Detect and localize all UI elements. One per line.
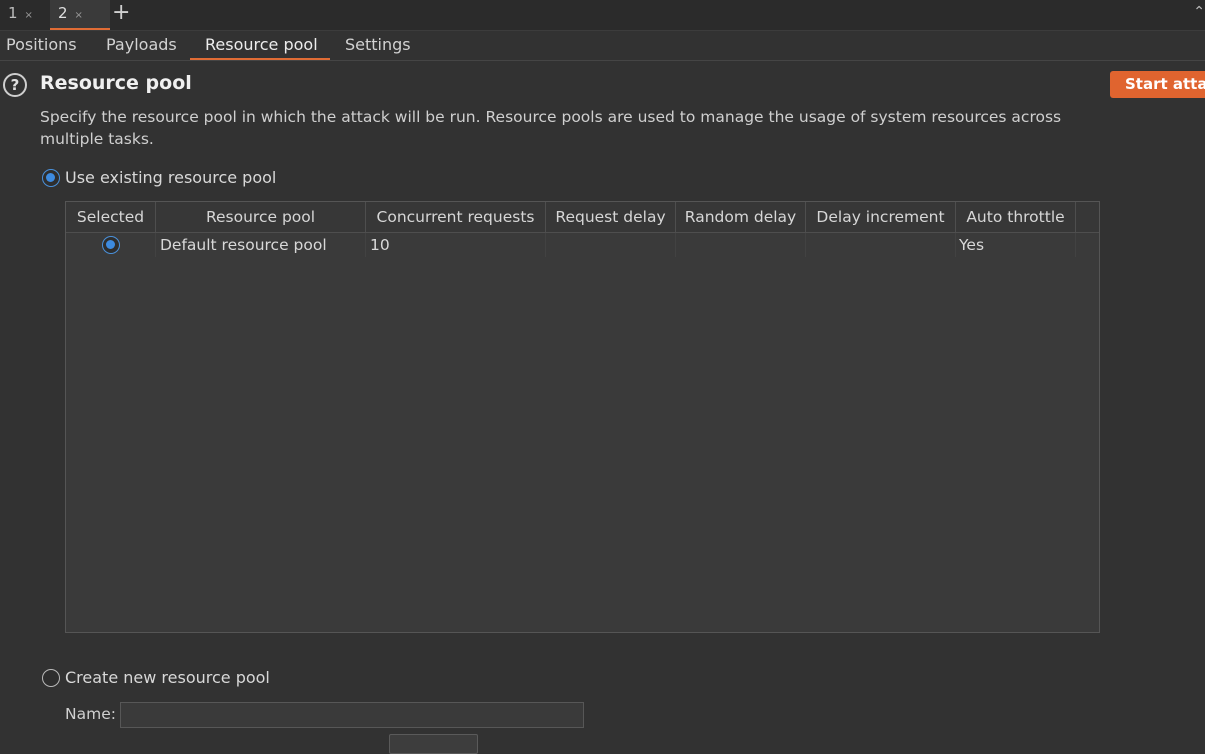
cell-auto-throttle: Yes bbox=[956, 233, 1076, 257]
tab-1[interactable]: 1 × bbox=[0, 0, 48, 28]
create-new-label[interactable]: Create new resource pool bbox=[65, 668, 270, 688]
row-selected-radio[interactable] bbox=[102, 236, 120, 254]
column-auto-throttle[interactable]: Auto throttle bbox=[956, 202, 1076, 232]
tab-2-label: 2 bbox=[58, 4, 68, 22]
add-tab-icon[interactable]: + bbox=[112, 0, 130, 26]
help-icon[interactable]: ? bbox=[3, 73, 27, 97]
name-input[interactable] bbox=[120, 702, 584, 728]
subtab-resource-pool[interactable]: Resource pool bbox=[190, 31, 330, 60]
cell-request-delay bbox=[546, 233, 676, 257]
subtab-payloads[interactable]: Payloads bbox=[106, 31, 177, 60]
name-label: Name: bbox=[65, 705, 116, 723]
column-request-delay[interactable]: Request delay bbox=[546, 202, 676, 232]
subtab-positions[interactable]: Positions bbox=[6, 31, 77, 60]
attack-subtabs: Positions Payloads Resource pool Setting… bbox=[0, 31, 1205, 61]
cell-selected bbox=[66, 233, 156, 257]
section-title: Resource pool bbox=[40, 72, 192, 94]
table-row[interactable]: Default resource pool 10 Yes bbox=[66, 233, 1099, 257]
column-selected[interactable]: Selected bbox=[66, 202, 156, 232]
collapse-icon[interactable]: ⌃ bbox=[1193, 4, 1205, 20]
create-new-radio[interactable] bbox=[42, 669, 60, 687]
use-existing-label[interactable]: Use existing resource pool bbox=[65, 168, 276, 188]
column-resource-pool[interactable]: Resource pool bbox=[156, 202, 366, 232]
cell-delay-increment bbox=[806, 233, 956, 257]
tab-1-label: 1 bbox=[8, 4, 18, 22]
cell-concurrent-requests: 10 bbox=[366, 233, 546, 257]
use-existing-radio[interactable] bbox=[42, 169, 60, 187]
section-description: Specify the resource pool in which the a… bbox=[40, 108, 1062, 148]
tab-bar: 1 × 2 × + ⌃ bbox=[0, 0, 1205, 31]
column-concurrent-requests[interactable]: Concurrent requests bbox=[366, 202, 546, 232]
subtab-settings[interactable]: Settings bbox=[345, 31, 411, 60]
column-delay-increment[interactable]: Delay increment bbox=[806, 202, 956, 232]
create-pool-button[interactable] bbox=[389, 734, 478, 754]
resource-pool-table: Selected Resource pool Concurrent reques… bbox=[65, 201, 1100, 633]
column-random-delay[interactable]: Random delay bbox=[676, 202, 806, 232]
tab-2[interactable]: 2 × bbox=[50, 0, 110, 30]
tab-1-close-icon[interactable]: × bbox=[25, 10, 33, 21]
tab-2-close-icon[interactable]: × bbox=[75, 10, 83, 21]
cell-resource-pool: Default resource pool bbox=[156, 233, 366, 257]
start-attack-button[interactable]: Start attack bbox=[1110, 71, 1205, 98]
table-header: Selected Resource pool Concurrent reques… bbox=[66, 202, 1099, 233]
cell-random-delay bbox=[676, 233, 806, 257]
